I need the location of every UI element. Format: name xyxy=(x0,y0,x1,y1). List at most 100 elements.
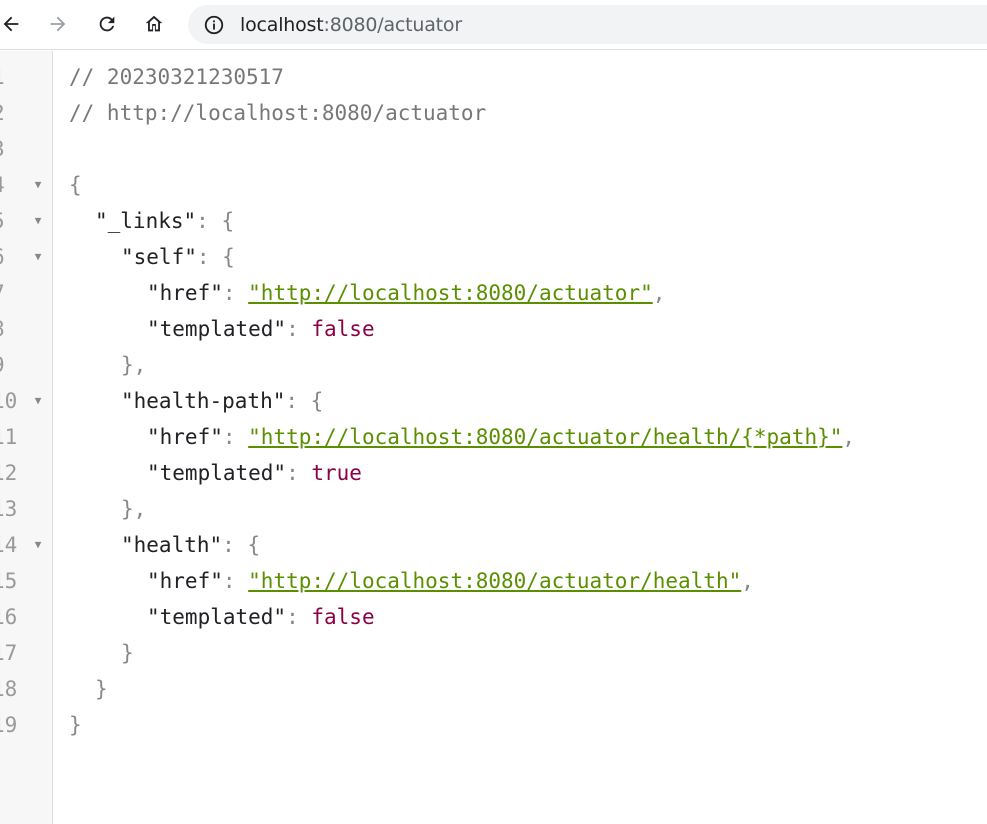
comment: // 20230321230517 xyxy=(69,65,284,89)
close-brace: } xyxy=(69,713,82,737)
json-key: "_links" xyxy=(95,209,197,233)
line-content: { xyxy=(69,167,82,203)
punctuation: : xyxy=(286,461,312,485)
punctuation: : xyxy=(222,569,249,593)
code-line: 15 "href": "http://localhost:8080/actuato… xyxy=(0,563,987,599)
triangle-down-icon[interactable]: ▼ xyxy=(31,203,45,239)
code-line: 9}, xyxy=(0,347,987,383)
line-content: "templated": true xyxy=(147,455,362,491)
url-host: localhost xyxy=(240,13,324,36)
line-content: }, xyxy=(121,347,146,383)
comma: , xyxy=(741,569,754,593)
line-content: "href": "http://localhost:8080/actuator/… xyxy=(147,419,855,455)
line-number: 14 xyxy=(0,533,18,557)
line-content: "href": "http://localhost:8080/actuator/… xyxy=(147,563,754,599)
line-number: 11 xyxy=(0,425,18,449)
forward-button[interactable] xyxy=(41,7,75,41)
url-path: :8080/actuator xyxy=(323,13,463,36)
json-link-value[interactable]: "http://localhost:8080/actuator/health/{… xyxy=(248,425,842,449)
punctuation: : xyxy=(285,389,311,413)
browser-toolbar: localhost:8080/actuator xyxy=(0,0,987,50)
json-boolean-value: false xyxy=(311,605,375,629)
reload-icon xyxy=(99,16,115,32)
line-number: 13 xyxy=(0,497,18,521)
triangle-down-icon[interactable]: ▼ xyxy=(31,383,45,419)
json-key: "health-path" xyxy=(121,389,286,413)
triangle-down-icon[interactable]: ▼ xyxy=(31,527,45,563)
json-key: "templated" xyxy=(147,605,287,629)
json-key: "href" xyxy=(147,569,223,593)
close-brace: }, xyxy=(121,497,147,521)
line-number: 6 xyxy=(0,239,12,275)
code-line: 11 "href": "http://localhost:8080/actuato… xyxy=(0,419,987,455)
json-key: "templated" xyxy=(147,461,287,485)
json-key: "self" xyxy=(121,245,197,269)
back-button[interactable] xyxy=(0,7,28,41)
line-content: // http://localhost:8080/actuator xyxy=(69,95,486,131)
code-line: 7 "href": "http://localhost:8080/actuator… xyxy=(0,275,987,311)
line-number: 17 xyxy=(0,641,18,665)
line-content: }, xyxy=(121,491,146,527)
line-number: 18 xyxy=(0,677,18,701)
line-number: 15 xyxy=(0,569,18,593)
punctuation: : xyxy=(222,533,248,557)
code-line: 18} xyxy=(0,671,987,707)
line-content: "self": { xyxy=(121,239,235,275)
line-number: 16 xyxy=(0,605,18,629)
open-brace: { xyxy=(310,389,324,413)
line-number: 12 xyxy=(0,461,18,485)
punctuation: : xyxy=(196,209,222,233)
punctuation: : xyxy=(196,245,223,269)
reload-button[interactable] xyxy=(90,7,124,41)
line-content: "href": "http://localhost:8080/actuator"… xyxy=(147,275,665,311)
punctuation: : xyxy=(286,317,312,341)
open-brace: { xyxy=(247,533,261,557)
line-number: 2 xyxy=(0,95,12,131)
punctuation: : xyxy=(286,605,312,629)
code-line: 4 ▼ { xyxy=(0,167,987,203)
arrow-right-icon xyxy=(50,16,66,32)
code-line: 19} xyxy=(0,707,987,743)
punctuation: : xyxy=(222,281,249,305)
home-button[interactable] xyxy=(137,7,171,41)
json-boolean-value: true xyxy=(311,461,362,485)
line-number: 9 xyxy=(0,347,12,383)
line-content: } xyxy=(121,635,134,671)
triangle-down-icon[interactable]: ▼ xyxy=(31,239,45,275)
code-line: 16 "templated": false xyxy=(0,599,987,635)
line-number: 10 xyxy=(0,389,18,413)
line-number: 5 xyxy=(0,203,12,239)
code-line: 2 // http://localhost:8080/actuator xyxy=(0,95,987,131)
comma: , xyxy=(652,281,666,305)
code-line: 5 ▼ "_links": { xyxy=(0,203,987,239)
code-line: 13}, xyxy=(0,491,987,527)
json-key: "href" xyxy=(147,281,223,305)
line-content: "health": { xyxy=(121,527,260,563)
punctuation: : xyxy=(222,425,249,449)
line-number: 19 xyxy=(0,713,18,737)
line-number: 3 xyxy=(0,131,12,167)
address-bar[interactable]: localhost:8080/actuator xyxy=(188,5,987,44)
triangle-down-icon[interactable]: ▼ xyxy=(31,167,45,203)
home-icon xyxy=(145,15,163,32)
json-link-value[interactable]: "http://localhost:8080/actuator" xyxy=(248,281,653,305)
code-line: 1 // 20230321230517 xyxy=(0,59,987,95)
close-brace: } xyxy=(95,677,108,701)
code-line: 3 xyxy=(0,131,987,167)
line-number: 1 xyxy=(0,59,12,95)
json-link-value[interactable]: "http://localhost:8080/actuator/health" xyxy=(248,569,741,593)
comma: , xyxy=(842,425,856,449)
code-line: 17} xyxy=(0,635,987,671)
line-number: 8 xyxy=(0,311,12,347)
json-key: "templated" xyxy=(147,317,287,341)
line-content: // 20230321230517 xyxy=(69,59,284,95)
line-number: 4 xyxy=(0,167,12,203)
close-brace: }, xyxy=(121,353,147,377)
code-line: 10 ▼ "health-path": { xyxy=(0,383,987,419)
line-content: "_links": { xyxy=(95,203,234,239)
site-info-button[interactable] xyxy=(203,14,225,36)
line-content: "templated": false xyxy=(147,311,375,347)
url-text[interactable]: localhost:8080/actuator xyxy=(240,14,462,36)
code-line: 8 "templated": false xyxy=(0,311,987,347)
code-line: 6 ▼ "self": { xyxy=(0,239,987,275)
